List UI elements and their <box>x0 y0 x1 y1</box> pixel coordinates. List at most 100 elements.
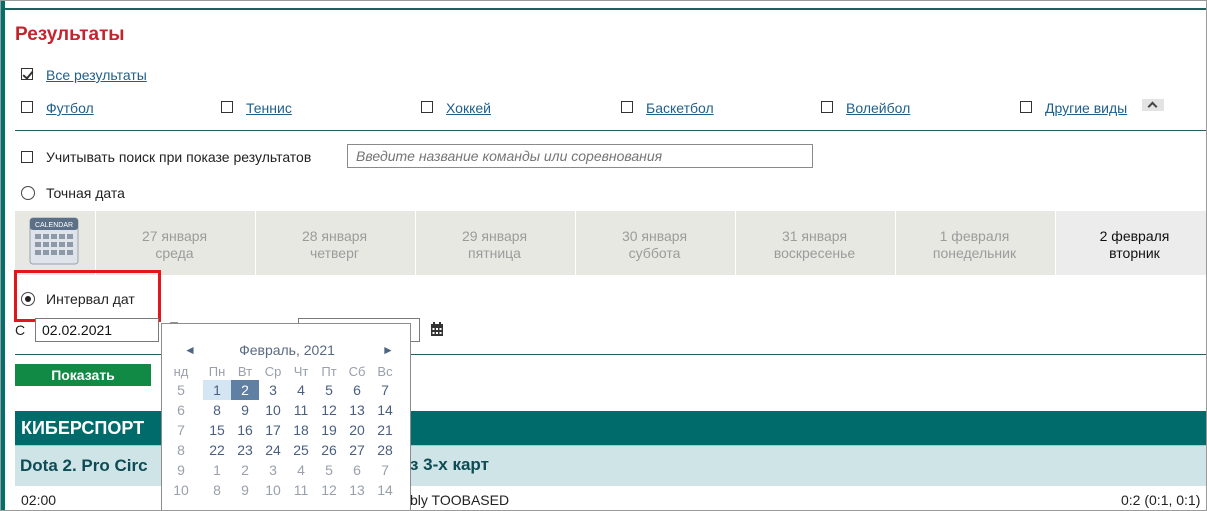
other-sports-checkbox[interactable] <box>1020 101 1032 113</box>
to-date-calendar-icon[interactable] <box>430 322 444 337</box>
calendar-day[interactable]: 8 <box>203 400 231 420</box>
tournament-header-rest: з 3-х карт <box>410 455 489 474</box>
date-jan-29[interactable]: 29 января пятница <box>415 211 573 275</box>
calendar-day[interactable]: 6 <box>343 460 371 480</box>
date-jan-28[interactable]: 28 января четверг <box>255 211 413 275</box>
calendar-day[interactable]: 10 <box>259 400 287 420</box>
svg-text:CALENDAR: CALENDAR <box>35 222 73 229</box>
calendar-day[interactable]: 13 <box>343 480 371 500</box>
date-jan-30[interactable]: 30 января суббота <box>575 211 733 275</box>
tennis-link[interactable]: Теннис <box>246 100 292 116</box>
football-checkbox[interactable] <box>21 101 33 113</box>
calendar-day[interactable]: 10 <box>259 480 287 500</box>
hockey-link[interactable]: Хоккей <box>446 100 491 116</box>
search-input[interactable] <box>347 144 813 168</box>
match-time: 02:00 <box>21 492 57 508</box>
tennis-checkbox[interactable] <box>221 101 233 113</box>
calendar-day[interactable]: 4 <box>287 460 315 480</box>
calendar-day[interactable]: 22 <box>203 440 231 460</box>
calendar-day[interactable]: 6 <box>343 380 371 400</box>
weekday-header: Пт <box>321 364 337 379</box>
calendar-day[interactable]: 14 <box>371 400 399 420</box>
calendar-day[interactable]: 13 <box>343 400 371 420</box>
basketball-link[interactable]: Баскетбол <box>646 100 714 116</box>
calendar-day[interactable]: 9 <box>231 480 259 500</box>
calendar-day[interactable]: 4 <box>287 380 315 400</box>
date-feb-2[interactable]: 2 февраля вторник <box>1055 211 1206 275</box>
week-number: 9 <box>177 462 185 478</box>
next-month-arrow-icon[interactable]: ► <box>382 343 394 357</box>
calendar-day[interactable]: 12 <box>315 400 343 420</box>
calendar-day[interactable]: 5 <box>315 380 343 400</box>
calendar-day[interactable]: 8 <box>203 480 231 500</box>
left-accent-bar <box>1 1 5 510</box>
calendar-day[interactable]: 2 <box>231 380 259 400</box>
weekday-header: Чт <box>293 364 309 379</box>
calendar-day[interactable]: 18 <box>287 420 315 440</box>
from-label: С <box>15 322 26 338</box>
week-number: 7 <box>177 422 185 438</box>
calendar-day[interactable]: 23 <box>231 440 259 460</box>
weekday-header: Ср <box>264 364 282 379</box>
collapse-chevron-icon[interactable] <box>1142 99 1164 111</box>
calendar-day[interactable]: 15 <box>203 420 231 440</box>
calendar-day[interactable]: 25 <box>287 440 315 460</box>
calendar-day[interactable]: 27 <box>343 440 371 460</box>
calendar-day[interactable]: 11 <box>287 480 315 500</box>
calendar-day[interactable]: 11 <box>287 400 315 420</box>
calendar-day[interactable]: 3 <box>259 380 287 400</box>
calendar-day[interactable]: 7 <box>371 460 399 480</box>
weekday-header: Вс <box>377 364 393 379</box>
calendar-day[interactable]: 16 <box>231 420 259 440</box>
match-teams: bly TOOBASED <box>410 492 510 508</box>
date-picker-popup: ◄ Февраль, 2021 ► нд Пн Вт Ср Чт Пт Сб Вс 5 1 2 3 4 5… <box>161 323 411 510</box>
calendar-day[interactable]: 24 <box>259 440 287 460</box>
weekday-header: Вт <box>237 364 253 379</box>
date-jan-31[interactable]: 31 января воскресенье <box>735 211 893 275</box>
use-search-label: Учитывать поиск при показе результатов <box>46 149 312 165</box>
calendar-day[interactable]: 9 <box>231 400 259 420</box>
calendar-day[interactable]: 20 <box>343 420 371 440</box>
calendar-day[interactable]: 12 <box>315 480 343 500</box>
top-divider <box>5 8 1206 10</box>
exact-date-label: Точная дата <box>46 185 125 201</box>
from-date-input[interactable]: 02.02.2021 <box>35 318 159 342</box>
calendar-icon[interactable]: CALENDAR <box>29 217 79 265</box>
match-score: 0:2 (0:1, 0:1) <box>1121 492 1201 508</box>
calendar-day[interactable]: 7 <box>371 380 399 400</box>
volleyball-link[interactable]: Волейбол <box>846 100 910 116</box>
date-jan-27[interactable]: 27 января среда <box>95 211 253 275</box>
calendar-day[interactable]: 2 <box>231 460 259 480</box>
calendar-month-title: Февраль, 2021 <box>239 342 335 358</box>
calendar-day[interactable]: 5 <box>315 460 343 480</box>
calendar-day[interactable]: 26 <box>315 440 343 460</box>
calendar-day[interactable]: 14 <box>371 480 399 500</box>
section-divider <box>15 130 1206 131</box>
exact-date-radio[interactable] <box>21 186 35 200</box>
hockey-checkbox[interactable] <box>421 101 433 113</box>
all-results-link[interactable]: Все результаты <box>46 67 147 83</box>
date-strip: CALENDAR 27 января среда 28 января четверг… <box>15 211 1206 275</box>
calendar-day[interactable]: 19 <box>315 420 343 440</box>
show-button[interactable]: Показать <box>15 364 151 386</box>
other-sports-link[interactable]: Другие виды <box>1045 100 1127 116</box>
calendar-day[interactable]: 3 <box>259 460 287 480</box>
basketball-checkbox[interactable] <box>621 101 633 113</box>
calendar-day[interactable]: 21 <box>371 420 399 440</box>
week-number: 10 <box>173 482 189 498</box>
use-search-checkbox[interactable] <box>21 151 33 163</box>
calendar-day[interactable]: 1 <box>203 380 231 400</box>
calendar-day[interactable]: 28 <box>371 440 399 460</box>
week-number: 5 <box>177 382 185 398</box>
week-number: 6 <box>177 402 185 418</box>
all-results-checkbox[interactable] <box>21 68 33 80</box>
week-number: 8 <box>177 442 185 458</box>
date-feb-1[interactable]: 1 февраля понедельник <box>895 211 1053 275</box>
volleyball-checkbox[interactable] <box>821 101 833 113</box>
calendar-day[interactable]: 1 <box>203 460 231 480</box>
week-number-header: нд <box>173 364 189 379</box>
weekday-header: Сб <box>348 364 366 379</box>
weekday-header: Пн <box>208 364 226 379</box>
calendar-day[interactable]: 17 <box>259 420 287 440</box>
football-link[interactable]: Футбол <box>46 100 94 116</box>
